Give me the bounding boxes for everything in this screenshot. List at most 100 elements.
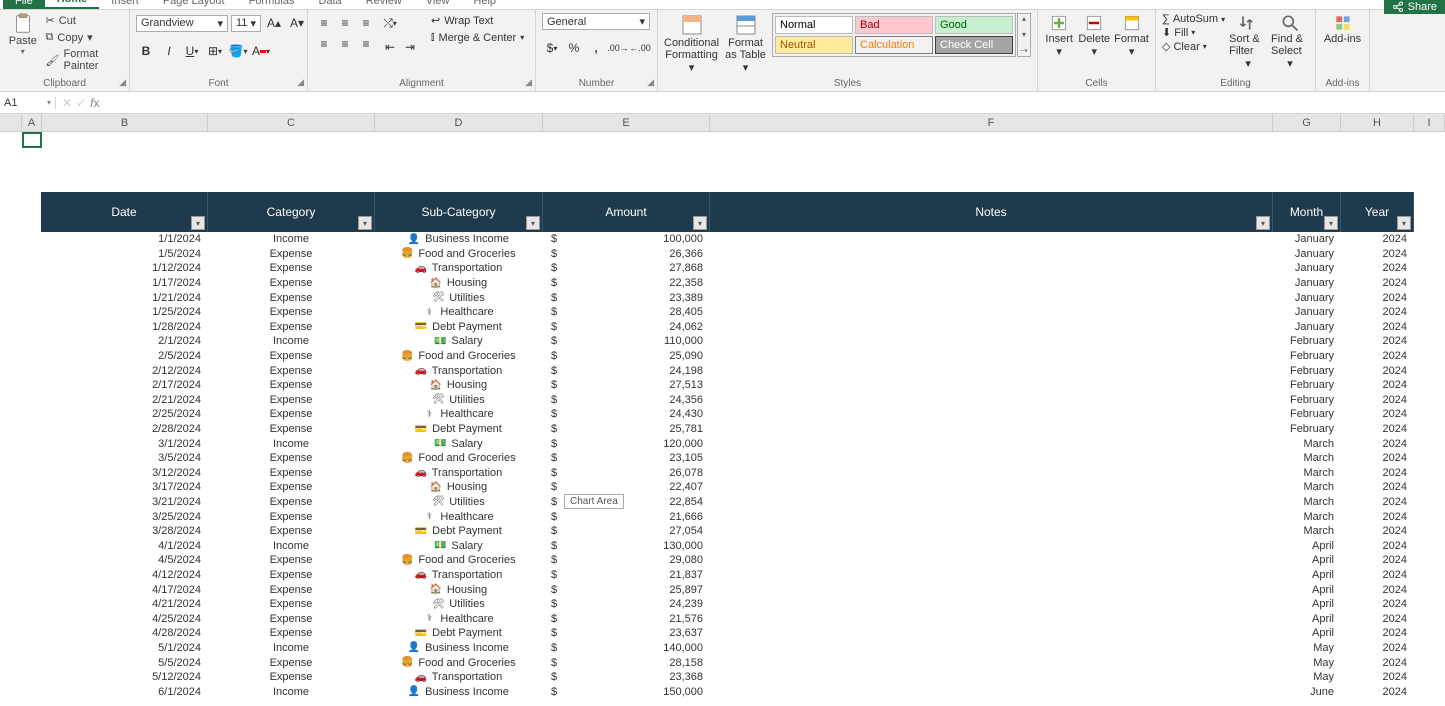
cell-category[interactable]: Expense (208, 305, 375, 320)
col-header-E[interactable]: E (543, 114, 710, 131)
cell-month[interactable]: April (1273, 611, 1341, 626)
filter-icon[interactable]: ▾ (1397, 216, 1411, 230)
tab-help[interactable]: Help (461, 0, 508, 9)
dialog-launcher-icon[interactable]: ◢ (647, 77, 654, 88)
cell-category[interactable]: Expense (208, 363, 375, 378)
cell-subcategory[interactable]: 💳Debt Payment (375, 524, 543, 539)
cell-date[interactable]: 5/5/2024 (41, 655, 208, 670)
cell-date[interactable]: 2/1/2024 (41, 334, 208, 349)
style-calculation[interactable]: Calculation (855, 36, 933, 54)
cell-month[interactable]: January (1273, 305, 1341, 320)
cell-year[interactable]: 2024 (1341, 378, 1414, 393)
cell-amount[interactable]: $27,054 (543, 524, 710, 539)
cell-notes[interactable] (710, 655, 1273, 670)
cell-year[interactable]: 2024 (1341, 276, 1414, 291)
cell-amount[interactable]: $24,062 (543, 320, 710, 335)
table-row[interactable]: 1/28/2024Expense💳Debt Payment$24,062Janu… (41, 320, 1414, 335)
cell-date[interactable]: 5/1/2024 (41, 641, 208, 656)
cell-category[interactable]: Expense (208, 393, 375, 408)
cell-year[interactable]: 2024 (1341, 538, 1414, 553)
cell-category[interactable]: Expense (208, 509, 375, 524)
cell-category[interactable]: Expense (208, 247, 375, 262)
cell-month[interactable]: March (1273, 524, 1341, 539)
cell-notes[interactable] (710, 320, 1273, 335)
select-all-corner[interactable] (0, 114, 22, 131)
orientation-button[interactable]: ⤭▾ (380, 13, 400, 33)
cell-notes[interactable] (710, 524, 1273, 539)
cell-subcategory[interactable]: 🏠Housing (375, 276, 543, 291)
align-left-button[interactable]: ≡ (314, 34, 334, 54)
cell-subcategory[interactable]: 👤Business Income (375, 232, 543, 247)
cell-date[interactable]: 6/1/2024 (41, 684, 208, 699)
cell-amount[interactable]: $140,000 (543, 641, 710, 656)
cell-date[interactable]: 2/5/2024 (41, 349, 208, 364)
copy-button[interactable]: ⧉Copy▾ (44, 30, 123, 45)
cell-notes[interactable] (710, 247, 1273, 262)
cell-amount[interactable]: $22,407 (543, 480, 710, 495)
cell-month[interactable]: February (1273, 349, 1341, 364)
cell-month[interactable]: March (1273, 480, 1341, 495)
gallery-more-icon[interactable]: ⎯▾ (1018, 46, 1030, 56)
cell-amount[interactable]: $27,513 (543, 378, 710, 393)
cell-month[interactable]: February (1273, 363, 1341, 378)
font-name-combo[interactable]: Grandview▾ (136, 15, 228, 32)
table-row[interactable]: 3/28/2024Expense💳Debt Payment$27,054Marc… (41, 524, 1414, 539)
cell-subcategory[interactable]: 🍔Food and Groceries (375, 655, 543, 670)
style-neutral[interactable]: Neutral (775, 36, 853, 54)
cell-month[interactable]: April (1273, 538, 1341, 553)
cell-category[interactable]: Expense (208, 582, 375, 597)
filter-icon[interactable]: ▾ (191, 216, 205, 230)
cell-year[interactable]: 2024 (1341, 524, 1414, 539)
cell-year[interactable]: 2024 (1341, 305, 1414, 320)
increase-decimal-button[interactable]: .00→ (608, 38, 628, 58)
cell-year[interactable]: 2024 (1341, 597, 1414, 612)
cell-amount[interactable]: $25,897 (543, 582, 710, 597)
insert-cells-button[interactable]: Insert▾ (1044, 13, 1074, 58)
cell-year[interactable]: 2024 (1341, 407, 1414, 422)
cell-year[interactable]: 2024 (1341, 480, 1414, 495)
table-row[interactable]: 3/25/2024Expense⚕Healthcare$21,666March2… (41, 509, 1414, 524)
cell-date[interactable]: 1/17/2024 (41, 276, 208, 291)
cell-amount[interactable]: $110,000 (543, 334, 710, 349)
filter-icon[interactable]: ▾ (526, 216, 540, 230)
cell-date[interactable]: 4/25/2024 (41, 611, 208, 626)
cell-amount[interactable]: $100,000 (543, 232, 710, 247)
cell-month[interactable]: June (1273, 684, 1341, 699)
cell-notes[interactable] (710, 597, 1273, 612)
cell-month[interactable]: May (1273, 641, 1341, 656)
cell-subcategory[interactable]: 🍔Food and Groceries (375, 451, 543, 466)
cell-amount[interactable]: $23,389 (543, 290, 710, 305)
cell-subcategory[interactable]: 🚗Transportation (375, 670, 543, 685)
cell-date[interactable]: 3/12/2024 (41, 466, 208, 481)
filter-icon[interactable]: ▾ (693, 216, 707, 230)
cell-category[interactable]: Income (208, 232, 375, 247)
cell-month[interactable]: January (1273, 247, 1341, 262)
table-row[interactable]: 2/5/2024Expense🍔Food and Groceries$25,09… (41, 349, 1414, 364)
cell-notes[interactable] (710, 509, 1273, 524)
comma-button[interactable]: , (586, 38, 606, 58)
table-row[interactable]: 4/28/2024Expense💳Debt Payment$23,637Apri… (41, 626, 1414, 641)
cell-notes[interactable] (710, 451, 1273, 466)
cell-date[interactable]: 2/17/2024 (41, 378, 208, 393)
cell-month[interactable]: April (1273, 553, 1341, 568)
format-as-table-button[interactable]: Format as Table▾ (723, 13, 768, 74)
cell-subcategory[interactable]: ⚕Healthcare (375, 611, 543, 626)
cell-category[interactable]: Expense (208, 422, 375, 437)
filter-icon[interactable]: ▾ (1324, 216, 1338, 230)
align-center-button[interactable]: ≡ (335, 34, 355, 54)
cell-amount[interactable]: $21,666 (543, 509, 710, 524)
cell-amount[interactable]: $22,358 (543, 276, 710, 291)
cell-category[interactable]: Expense (208, 495, 375, 510)
fill-button[interactable]: ⬇Fill▾ (1162, 26, 1225, 39)
cell-subcategory[interactable]: 🛠Utilities (375, 290, 543, 305)
enter-formula-button[interactable]: ✓ (76, 96, 86, 110)
table-row[interactable]: 3/21/2024Expense🛠Utilities$22,854March20… (41, 495, 1414, 510)
cell-date[interactable]: 1/28/2024 (41, 320, 208, 335)
cell-date[interactable]: 3/1/2024 (41, 436, 208, 451)
filter-icon[interactable]: ▾ (1256, 216, 1270, 230)
cell-notes[interactable] (710, 684, 1273, 699)
fx-icon[interactable]: fx (90, 96, 99, 110)
autosum-button[interactable]: ∑AutoSum▾ (1162, 13, 1225, 25)
table-row[interactable]: 5/1/2024Income👤Business Income$140,000Ma… (41, 641, 1414, 656)
cell-year[interactable]: 2024 (1341, 509, 1414, 524)
